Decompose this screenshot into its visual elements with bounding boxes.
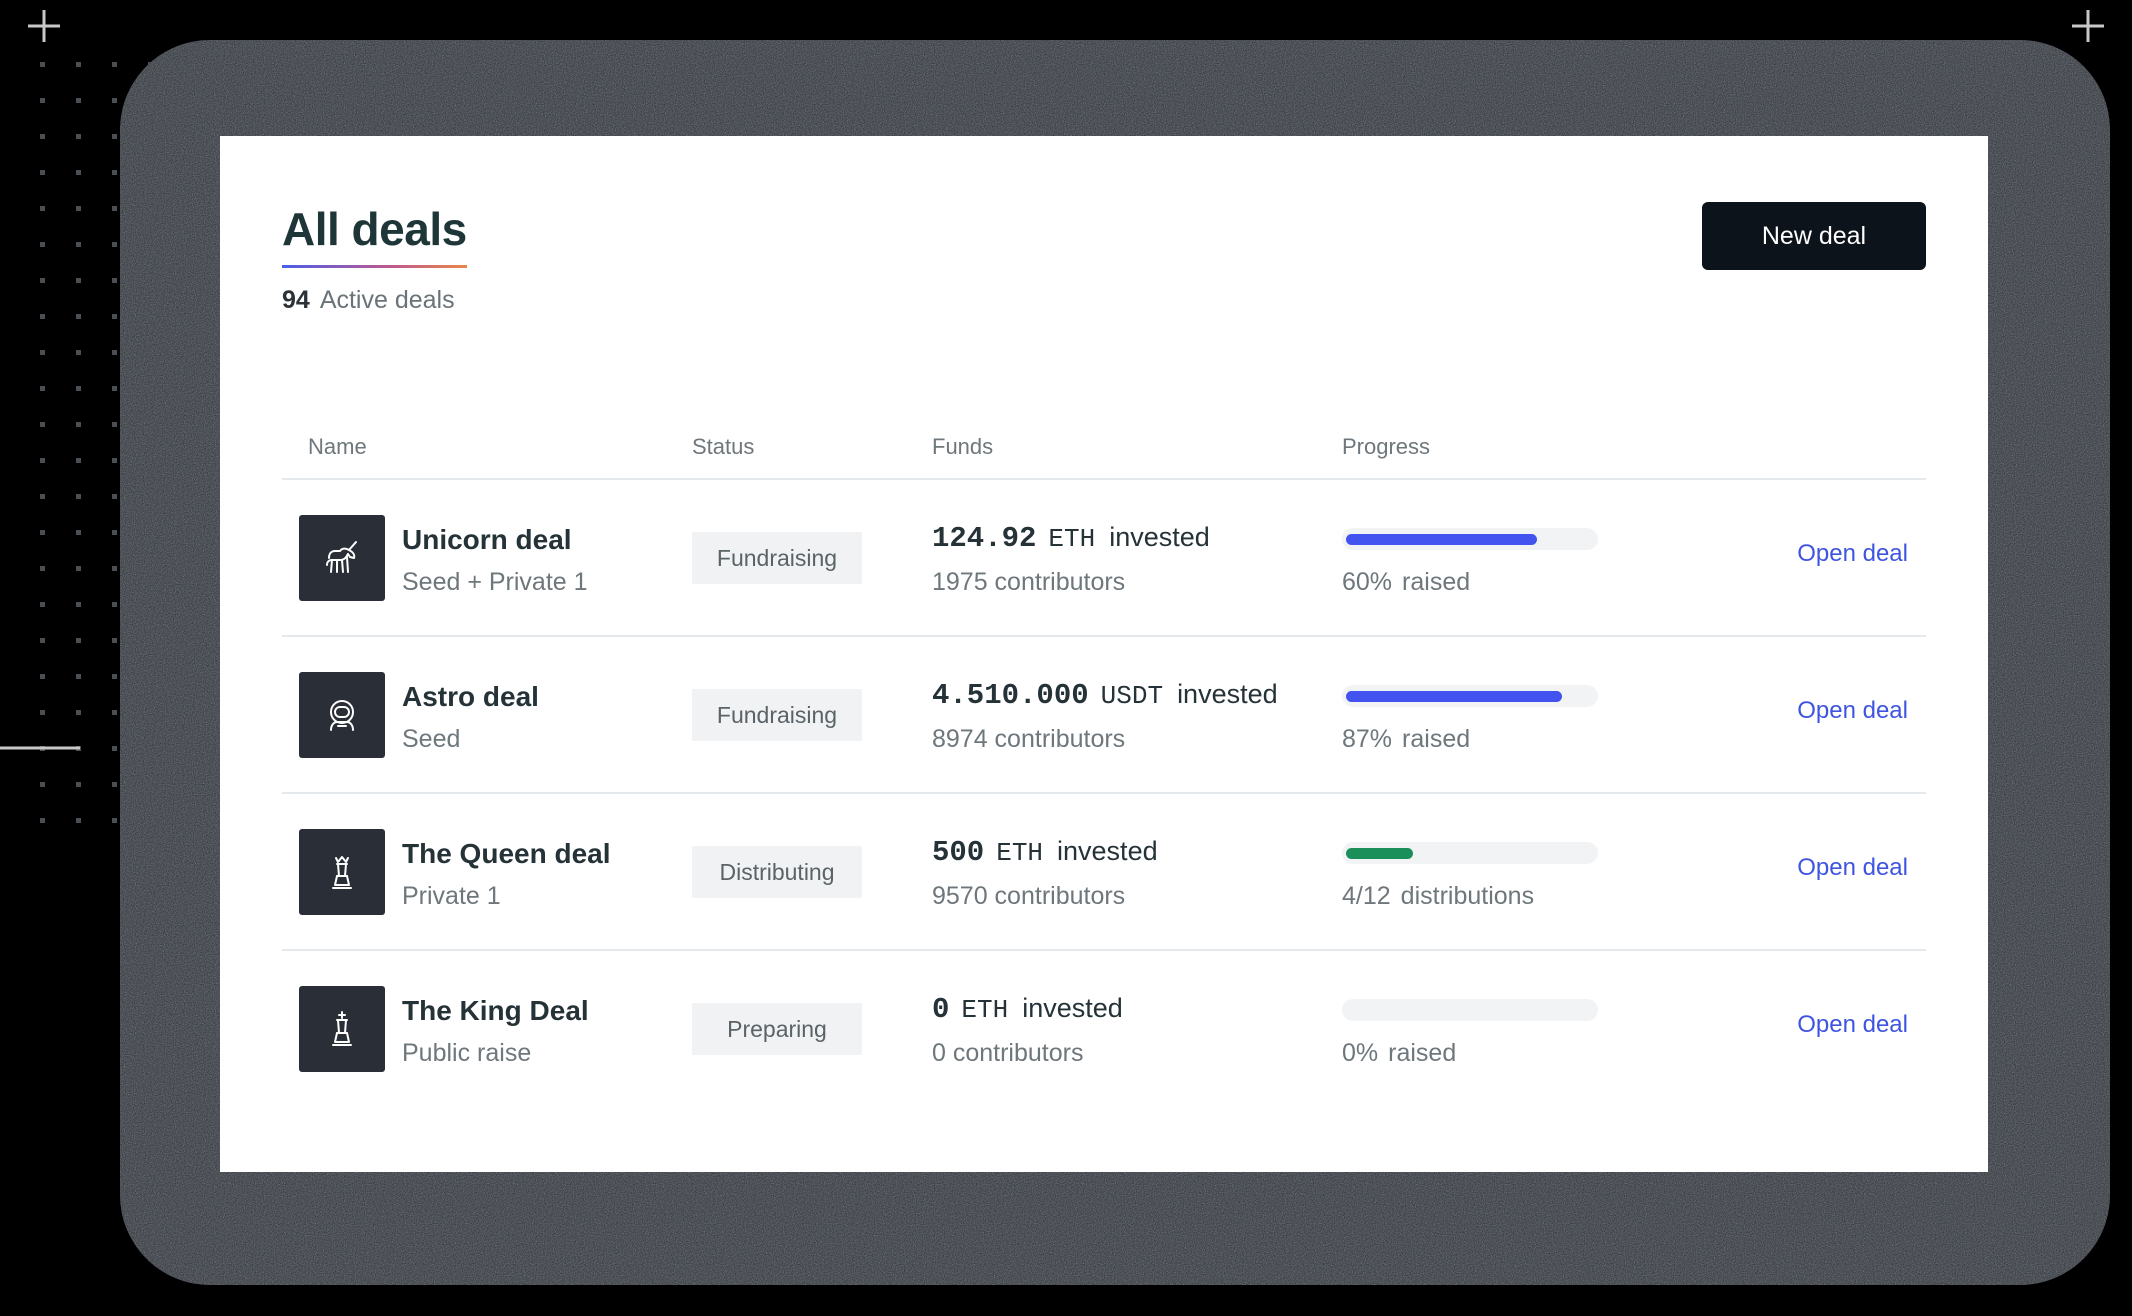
funds-amount: 124.92 [932, 522, 1037, 555]
table-row[interactable]: The Queen deal Private 1 Distributing 50… [282, 794, 1926, 951]
deal-thumbnail [299, 829, 385, 915]
funds-invested: 124.92 ETH invested [932, 522, 1210, 555]
column-header-funds: Funds [932, 434, 994, 459]
active-deals-label: Active deals [319, 286, 455, 314]
progress-label: 60% raised [1342, 568, 1470, 597]
column-header-name: Name [308, 434, 367, 459]
progress-bar [1342, 685, 1598, 707]
deal-round: Seed + Private 1 [402, 568, 588, 596]
chess-king-icon [332, 1011, 352, 1046]
funds-amount: 500 [932, 836, 985, 869]
progress-suffix: raised [1402, 568, 1471, 596]
open-deal-link[interactable]: Open deal [1797, 697, 1908, 725]
contributors-count: 9570 contributors [932, 882, 1126, 910]
deal-round: Private 1 [402, 882, 501, 910]
progress-suffix: distributions [1400, 882, 1535, 910]
deal-name: Astro deal [402, 681, 539, 712]
card-header: All deals 94 Active deals New deal [282, 202, 1926, 342]
deals-table: Name Status Funds Progress Unicorn deal [282, 420, 1926, 1106]
open-deal-link[interactable]: Open deal [1797, 854, 1908, 882]
progress-bar [1342, 842, 1598, 864]
unicorn-icon [326, 541, 357, 573]
open-deal-link[interactable]: Open deal [1797, 540, 1908, 568]
progress-bar [1342, 528, 1598, 550]
active-deals-summary: 94 Active deals [282, 286, 1926, 315]
funds-currency: USDT [1100, 681, 1164, 711]
astronaut-icon [330, 700, 354, 731]
column-header-progress: Progress [1342, 434, 1431, 459]
progress-bar [1342, 999, 1598, 1021]
funds-amount: 0 [932, 993, 950, 1026]
progress-value: 87% [1342, 725, 1393, 753]
funds-invested-label: invested [1177, 679, 1278, 709]
new-deal-button[interactable]: New deal [1702, 202, 1926, 270]
deal-name: The Queen deal [402, 838, 611, 869]
deal-name: The King Deal [402, 995, 589, 1026]
deal-round: Public raise [402, 1039, 532, 1067]
progress-value: 0% [1342, 1039, 1379, 1067]
contributors-count: 0 contributors [932, 1039, 1084, 1067]
deal-thumbnail [299, 515, 385, 601]
table-row[interactable]: Unicorn deal Seed + Private 1 Fundraisin… [282, 480, 1926, 637]
contributors-count: 8974 contributors [932, 725, 1126, 753]
funds-invested: 0 ETH invested [932, 993, 1123, 1026]
page-title: All deals [282, 202, 467, 268]
funds-currency: ETH [996, 838, 1044, 868]
contributors-count: 1975 contributors [932, 568, 1126, 596]
table-row[interactable]: Astro deal Seed Fundraising 4.510.000 USD… [282, 637, 1926, 794]
funds-amount: 4.510.000 [932, 679, 1089, 712]
progress-bar-fill [1346, 534, 1537, 545]
status-badge: Distributing [692, 846, 862, 898]
funds-invested: 4.510.000 USDT invested [932, 679, 1278, 712]
deal-thumbnail [299, 986, 385, 1072]
progress-suffix: raised [1402, 725, 1471, 753]
funds-currency: ETH [961, 995, 1009, 1025]
progress-label: 4/12 distributions [1342, 882, 1534, 911]
column-header-status: Status [692, 434, 755, 459]
table-row[interactable]: The King Deal Public raise Preparing 0 ET… [282, 951, 1926, 1106]
status-badge: Fundraising [692, 689, 862, 741]
active-deals-count: 94 [282, 286, 310, 314]
table-header: Name Status Funds Progress [282, 420, 1926, 480]
progress-value: 60% [1342, 568, 1393, 596]
funds-invested-label: invested [1109, 522, 1210, 552]
funds-invested: 500 ETH invested [932, 836, 1158, 869]
progress-bar-fill [1346, 848, 1413, 859]
deals-card: All deals 94 Active deals New deal Name S… [220, 136, 1988, 1172]
deal-round: Seed [402, 725, 461, 753]
funds-invested-label: invested [1022, 993, 1123, 1023]
progress-label: 0% raised [1342, 1039, 1456, 1068]
funds-invested-label: invested [1057, 836, 1158, 866]
progress-value: 4/12 [1342, 882, 1391, 910]
progress-suffix: raised [1388, 1039, 1457, 1067]
status-badge: Fundraising [692, 532, 862, 584]
open-deal-link[interactable]: Open deal [1797, 1011, 1908, 1039]
progress-label: 87% raised [1342, 725, 1470, 754]
funds-currency: ETH [1048, 524, 1096, 554]
progress-bar-fill [1346, 691, 1562, 702]
chess-queen-icon [332, 856, 352, 889]
deal-thumbnail [299, 672, 385, 758]
status-badge: Preparing [692, 1003, 862, 1055]
deal-name: Unicorn deal [402, 524, 572, 555]
